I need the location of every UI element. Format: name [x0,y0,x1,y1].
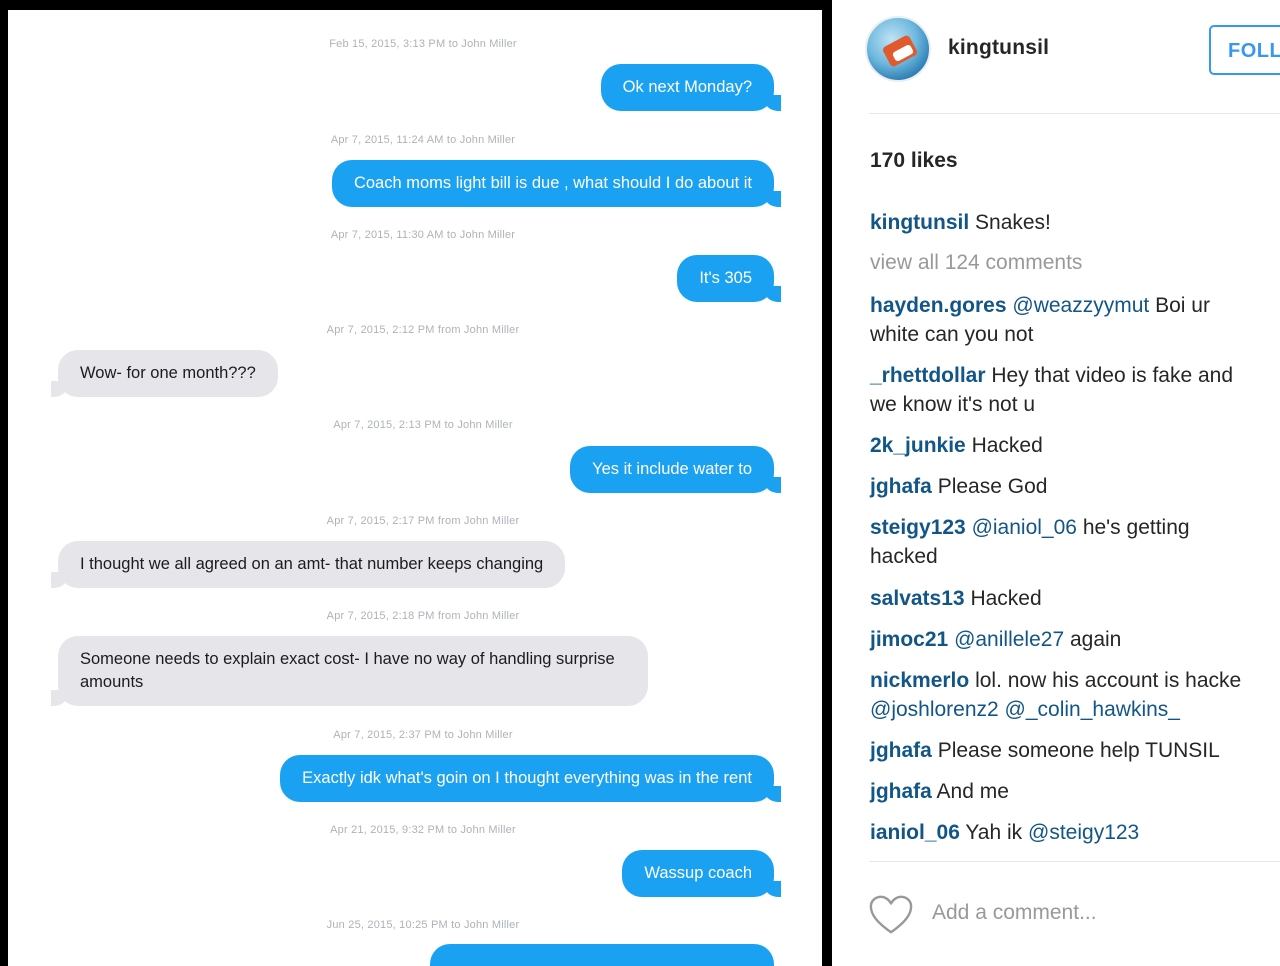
comment-mention[interactable]: @ianiol_06 [972,516,1077,539]
post-sidebar: kingtunsil FOLL 170 likes kingtunsil Sna… [832,0,1280,966]
comment-username[interactable]: jghafa [870,780,932,803]
message-bubble-sent: It's 305 [677,255,781,302]
comment-username[interactable]: jghafa [870,475,932,498]
comment-username[interactable]: _rhettdollar [870,364,986,387]
comment: jghafa And me [870,777,1280,806]
message-bubble-received: Wow- for one month??? [51,350,278,397]
message-bubble-sent: Ok next Monday? [600,64,782,111]
comment-username[interactable]: nickmerlo [870,669,969,692]
comment-text: hacked [870,545,938,568]
comment: salvats13 Hacked [870,584,1280,613]
comment: steigy123 @ianiol_06 he's getting hacked [870,513,1280,571]
comment-username[interactable]: hayden.gores [870,294,1007,317]
message-timestamp: Apr 7, 2015, 2:17 PM from John Miller [326,515,520,527]
comment-mention[interactable]: @anillele27 [954,628,1064,651]
comment-text: again [1069,628,1122,651]
message-thread: Feb 15, 2015, 3:13 PM to John Miller Ok … [8,10,822,966]
comment-username[interactable]: jimoc21 [870,628,948,651]
comment-mention[interactable]: @joshlorenz2 @_colin_hawkins_ [870,695,1280,724]
message-timestamp: Apr 21, 2015, 9:32 PM to John Miller [330,824,516,836]
post-image: Feb 15, 2015, 3:13 PM to John Miller Ok … [0,0,832,966]
divider [869,113,1280,114]
comment: ianiol_06 Yah ik @steigy123 [870,818,1280,847]
message-bubble-sent [430,944,774,966]
message-timestamp: Feb 15, 2015, 3:13 PM to John Miller [329,38,517,50]
comment-username[interactable]: steigy123 [870,516,966,539]
comment: 2k_junkie Hacked [870,431,1280,460]
comment: jghafa Please God [870,472,1280,501]
divider [869,861,1280,862]
comment-text: Hey that video is fake and [991,364,1234,387]
view-all-comments-link[interactable]: view all 124 comments [870,251,1082,275]
comment-text: Hacked [971,434,1043,457]
comment-username[interactable]: salvats13 [870,587,965,610]
comment-text: Yah ik [965,821,1023,844]
comment-username[interactable]: ianiol_06 [870,821,960,844]
message-timestamp: Apr 7, 2015, 2:37 PM to John Miller [333,729,513,741]
message-timestamp: Apr 7, 2015, 11:30 AM to John Miller [330,229,516,241]
comment-text: Boi ur [1155,294,1210,317]
heart-icon[interactable] [868,893,914,937]
avatar[interactable] [865,16,931,82]
comment-text: we know it's not u [870,393,1036,416]
message-bubble-sent: Exactly idk what's goin on I thought eve… [280,755,781,802]
comment-text: Please God [937,475,1048,498]
comment: jghafa Please someone help TUNSIL [870,736,1280,765]
comment-text: Please someone help TUNSIL [937,739,1220,762]
comment-text: white can you not [870,323,1034,346]
comment-mention[interactable]: @weazzyymut [1012,294,1149,317]
message-bubble-sent: Coach moms light bill is due , what shou… [331,160,782,207]
follow-button[interactable]: FOLL [1209,25,1280,75]
comment-mention[interactable]: @steigy123 [1028,821,1139,844]
comment: hayden.gores @weazzyymut Boi ur white ca… [870,291,1280,349]
comment: nickmerlo lol. now his account is hacke … [870,666,1280,724]
comment-username[interactable]: 2k_junkie [870,434,966,457]
message-bubble-received: Someone needs to explain exact cost- I h… [51,636,648,706]
caption-text: Snakes! [975,211,1051,234]
message-bubble-sent: Yes it include water to [570,446,781,493]
message-timestamp: Apr 7, 2015, 2:18 PM from John Miller [326,610,520,622]
caption: kingtunsil Snakes! [870,208,1280,237]
comment-text: And me [936,780,1009,803]
message-timestamp: Apr 7, 2015, 2:13 PM to John Miller [333,419,513,431]
comment: _rhettdollar Hey that video is fake and … [870,361,1280,419]
comment-username[interactable]: jghafa [870,739,932,762]
message-timestamp: Jun 25, 2015, 10:25 PM to John Miller [326,919,520,931]
message-bubble-sent: Wassup coach [622,850,781,897]
message-timestamp: Apr 7, 2015, 11:24 AM to John Miller [330,134,516,146]
comment: jimoc21 @anillele27 again [870,625,1280,654]
likes-count[interactable]: 170 likes [870,149,958,173]
comment-text: he's getting [1082,516,1190,539]
message-bubble-received: I thought we all agreed on an amt- that … [50,541,566,588]
message-timestamp: Apr 7, 2015, 2:12 PM from John Miller [326,324,520,336]
add-comment-input[interactable] [932,901,1262,925]
comment-username[interactable]: kingtunsil [870,211,969,234]
username-link[interactable]: kingtunsil [948,36,1049,60]
comment-text: lol. now his account is hacke [975,669,1242,692]
comment-text: Hacked [970,587,1042,610]
